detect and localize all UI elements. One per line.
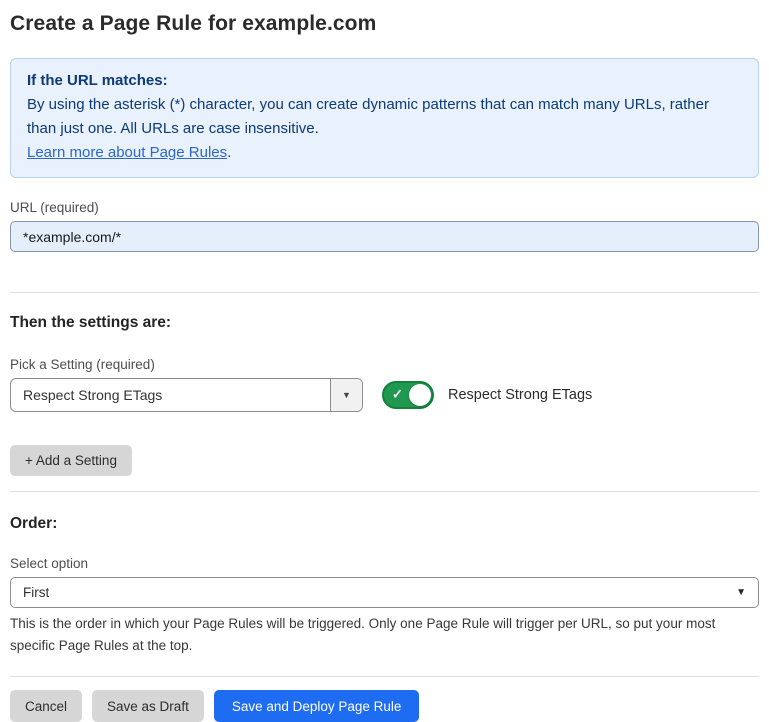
order-select[interactable]: First ▼: [10, 577, 759, 608]
page-title: Create a Page Rule for example.com: [10, 12, 759, 36]
setting-select[interactable]: Respect Strong ETags ▼: [10, 378, 363, 412]
save-draft-button[interactable]: Save as Draft: [92, 690, 204, 722]
footer-actions: Cancel Save as Draft Save and Deploy Pag…: [10, 690, 759, 722]
setting-toggle-label: Respect Strong ETags: [448, 387, 592, 403]
pick-setting-label: Pick a Setting (required): [10, 357, 759, 372]
info-box-body: By using the asterisk (*) character, you…: [27, 93, 742, 141]
url-match-info-box: If the URL matches: By using the asteris…: [10, 58, 759, 178]
create-page-rule-form: Create a Page Rule for example.com If th…: [0, 0, 769, 722]
setting-row: Respect Strong ETags ▼ ✓ Respect Strong …: [10, 378, 759, 412]
caret-down-icon[interactable]: ▼: [330, 379, 362, 411]
add-setting-button[interactable]: + Add a Setting: [10, 445, 132, 476]
learn-more-link[interactable]: Learn more about Page Rules: [27, 144, 227, 161]
divider: [10, 491, 759, 492]
order-select-label: Select option: [10, 556, 759, 571]
setting-toggle[interactable]: ✓: [382, 381, 434, 409]
url-input[interactable]: [10, 221, 759, 252]
link-suffix: .: [227, 144, 231, 161]
divider: [10, 676, 759, 677]
order-help-text: This is the order in which your Page Rul…: [10, 613, 745, 656]
setting-select-value: Respect Strong ETags: [11, 379, 330, 411]
info-box-heading: If the URL matches:: [27, 69, 742, 93]
save-deploy-button[interactable]: Save and Deploy Page Rule: [214, 690, 420, 722]
toggle-knob[interactable]: [409, 384, 431, 406]
settings-section-heading: Then the settings are:: [10, 314, 759, 332]
order-select-value: First: [23, 585, 736, 600]
caret-down-icon: ▼: [736, 587, 746, 598]
cancel-button[interactable]: Cancel: [10, 690, 82, 722]
check-icon: ✓: [392, 387, 403, 403]
order-section-heading: Order:: [10, 515, 759, 533]
url-field-label: URL (required): [10, 200, 759, 215]
info-box-link-line: Learn more about Page Rules.: [27, 141, 742, 165]
divider: [10, 292, 759, 293]
